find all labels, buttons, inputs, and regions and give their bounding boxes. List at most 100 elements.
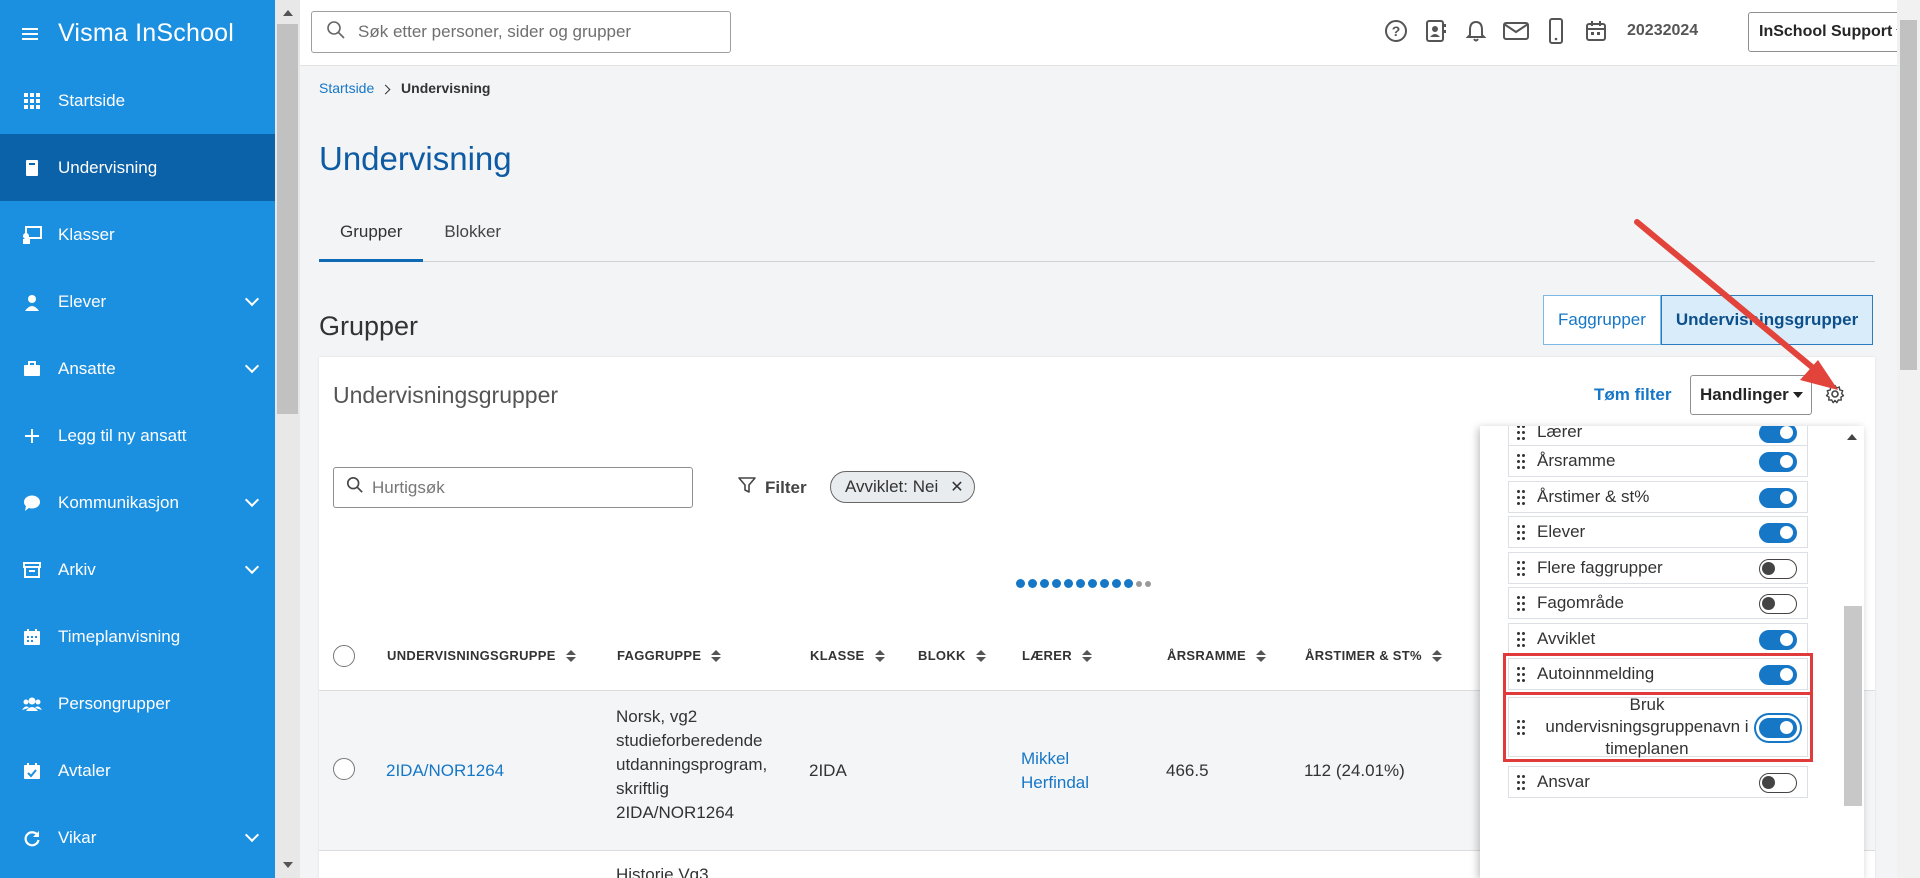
sort-icon (1255, 649, 1266, 662)
column-option[interactable]: Flere faggrupper (1508, 552, 1808, 584)
section-title: Grupper (319, 311, 419, 341)
sidebar-item-ansatte[interactable]: Ansatte (0, 335, 275, 402)
mobile-icon[interactable] (1543, 17, 1569, 45)
student-icon (22, 292, 42, 312)
user-menu-button[interactable]: InSchool Support (1748, 12, 1916, 52)
sidebar-item-vikar[interactable]: Vikar (0, 804, 275, 871)
sort-icon (975, 649, 986, 662)
column-option[interactable]: Autoinnmelding (1503, 653, 1813, 695)
column-toggle[interactable] (1759, 594, 1797, 614)
column-toggle[interactable] (1759, 630, 1797, 650)
filter-chip[interactable]: Avviklet: Nei ✕ (830, 471, 975, 503)
column-toggle[interactable] (1759, 452, 1797, 472)
sidebar-item-legg-til-ny-ansatt[interactable]: Legg til ny ansatt (0, 402, 275, 469)
column-toggle[interactable] (1759, 426, 1797, 443)
column-toggle[interactable] (1759, 718, 1797, 738)
teacher-link[interactable]: Mikkel Herfindal (1021, 747, 1089, 795)
sidebar-item-klasser[interactable]: Klasser (0, 201, 275, 268)
chevron-down-icon (244, 492, 260, 508)
column-option[interactable]: Avviklet (1508, 623, 1808, 655)
drag-handle-icon[interactable] (1517, 774, 1525, 790)
sidebar-item-label: Vikar (58, 827, 97, 847)
tab-blokker[interactable]: Blokker (423, 214, 522, 262)
faggrupper-button[interactable]: Faggrupper (1543, 295, 1661, 345)
page-scrollbar[interactable] (1897, 0, 1920, 878)
sidebar-item-startside[interactable]: Startside (0, 67, 275, 134)
caret-down-icon (1792, 392, 1803, 398)
briefcase-icon (22, 359, 42, 379)
col-blokk[interactable]: BLOKK (918, 648, 986, 663)
sidebar-item-persongrupper[interactable]: Persongrupper (0, 670, 275, 737)
column-option[interactable]: Elever (1508, 516, 1808, 548)
column-option[interactable]: Ansvar (1508, 766, 1808, 798)
calendar-icon (22, 627, 42, 647)
sidebar-item-avtaler[interactable]: Avtaler (0, 737, 275, 804)
filter-button[interactable]: Filter (737, 475, 807, 500)
drag-handle-icon[interactable] (1517, 595, 1525, 611)
panel-scrollbar[interactable] (1842, 426, 1864, 878)
book-icon (22, 158, 42, 178)
undervisningsgrupper-button[interactable]: Undervisningsgrupper (1660, 295, 1874, 345)
close-icon[interactable]: ✕ (950, 477, 963, 497)
column-option[interactable]: Bruk undervisningsgruppenavn i timeplane… (1503, 692, 1813, 762)
column-toggle[interactable] (1759, 559, 1797, 579)
column-option-label: Fagområde (1537, 593, 1624, 612)
drag-handle-icon[interactable] (1517, 453, 1525, 469)
column-toggle[interactable] (1759, 773, 1797, 793)
column-option[interactable]: Fagområde (1508, 587, 1808, 619)
school-year[interactable]: 20232024 (1627, 22, 1698, 40)
tab-bar: Grupper Blokker (319, 214, 1875, 262)
sidebar-item-label: Legg til ny ansatt (58, 425, 187, 445)
gear-icon[interactable] (1825, 384, 1845, 409)
drag-handle-icon[interactable] (1517, 560, 1525, 576)
sidebar-item-label: Klasser (58, 224, 115, 244)
global-search[interactable] (311, 11, 731, 53)
refresh-icon (22, 828, 42, 848)
drag-handle-icon[interactable] (1517, 719, 1525, 735)
drag-handle-icon[interactable] (1517, 631, 1525, 647)
mail-icon[interactable] (1503, 17, 1529, 45)
col-aarsramme[interactable]: ÅRSRAMME (1167, 648, 1266, 663)
quick-search-input[interactable] (372, 477, 672, 498)
drag-handle-icon[interactable] (1517, 426, 1525, 440)
column-toggle[interactable] (1759, 523, 1797, 543)
breadcrumb-home[interactable]: Startside (319, 80, 374, 96)
calendar-icon[interactable] (1583, 17, 1609, 45)
col-aarstimer[interactable]: ÅRSTIMER & ST% (1305, 648, 1442, 663)
contacts-icon[interactable] (1423, 17, 1449, 45)
sidebar-scrollbar[interactable] (275, 0, 300, 878)
col-undervisningsgruppe[interactable]: UNDERVISNINGSGRUPPE (387, 648, 576, 663)
sidebar-item-label: Kommunikasjon (58, 492, 179, 512)
sidebar-item-elever[interactable]: Elever (0, 268, 275, 335)
drag-handle-icon[interactable] (1517, 489, 1525, 505)
search-input[interactable] (358, 22, 718, 42)
sidebar-item-undervisning[interactable]: Undervisning (0, 134, 275, 201)
col-klasse[interactable]: KLASSE (810, 648, 885, 663)
column-toggle[interactable] (1759, 665, 1797, 685)
sidebar-item-kommunikasjon[interactable]: Kommunikasjon (0, 469, 275, 536)
drag-handle-icon[interactable] (1517, 666, 1525, 682)
sidebar-item-arkiv[interactable]: Arkiv (0, 536, 275, 603)
chevron-down-icon (244, 358, 260, 374)
row-checkbox[interactable] (333, 758, 355, 780)
col-laerer[interactable]: LÆRER (1022, 648, 1092, 663)
actions-dropdown[interactable]: Handlinger (1690, 375, 1812, 415)
help-icon[interactable]: ? (1383, 17, 1409, 45)
sidebar-item-timeplanvisning[interactable]: Timeplanvisning (0, 603, 275, 670)
col-faggruppe[interactable]: FAGGRUPPE (617, 648, 722, 663)
card-title: Undervisningsgrupper (333, 382, 559, 408)
menu-icon[interactable] (22, 25, 38, 43)
column-option[interactable]: Årsramme (1508, 445, 1808, 477)
sort-icon (1431, 649, 1442, 662)
drag-handle-icon[interactable] (1517, 524, 1525, 540)
select-all-checkbox[interactable] (333, 645, 355, 667)
class-cell: 2IDA (809, 761, 847, 780)
quick-search[interactable] (333, 467, 693, 508)
bell-icon[interactable] (1463, 17, 1489, 45)
group-link[interactable]: 2IDA/NOR1264 (386, 759, 504, 783)
chevron-down-icon (244, 827, 260, 843)
clear-filter-link[interactable]: Tøm filter (1594, 385, 1671, 405)
tab-grupper[interactable]: Grupper (319, 214, 424, 262)
column-toggle[interactable] (1759, 488, 1797, 508)
column-option[interactable]: Årstimer & st% (1508, 481, 1808, 513)
